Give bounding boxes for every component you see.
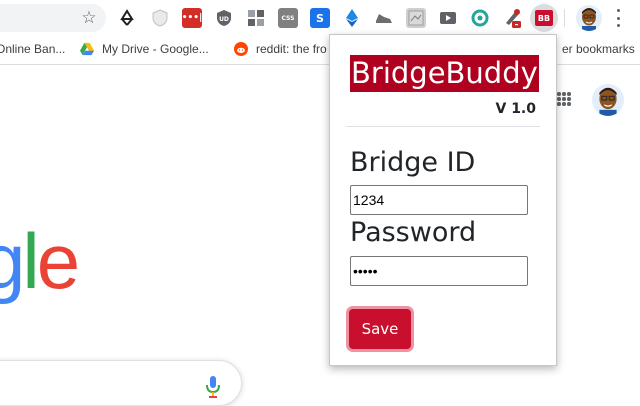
google-apps-icon[interactable] [557,92,571,106]
password-field[interactable] [350,256,528,286]
bookmark-online-banking[interactable]: Online Ban... [0,42,65,56]
s-extension-icon[interactable]: S [310,8,330,28]
profile-avatar-icon[interactable] [576,5,602,31]
toolbar-divider [564,9,565,27]
shield-extension-icon[interactable] [150,8,170,28]
bookmark-label: reddit: the fro [256,42,327,56]
circle-extension-icon[interactable] [470,8,490,28]
bookmark-my-drive[interactable]: My Drive - Google... [80,42,209,56]
star-icon[interactable]: ☆ [78,7,100,29]
bookmark-label: My Drive - Google... [102,42,209,56]
s-extension-text: S [316,11,324,25]
browser-toolbar: ☆ •••| UD CSS S BB [0,0,640,36]
recycle-extension-icon[interactable] [117,8,137,28]
divider [346,126,540,127]
css-extension-icon[interactable]: CSS [278,8,298,28]
reddit-icon [234,42,248,56]
google-logo: gle [0,222,80,300]
microphone-icon[interactable] [205,374,221,400]
bridge-id-field[interactable] [350,185,528,215]
google-logo-l: l [22,217,39,305]
bookmark-label: er bookmarks [562,42,635,56]
ethereum-extension-icon[interactable] [342,8,362,28]
bookmark-other[interactable]: er bookmarks [562,42,635,56]
password-label: Password [350,217,477,248]
bridgebuddy-extension-icon[interactable]: BB [535,10,553,26]
google-logo-g: g [0,217,25,305]
bookmark-label: Online Ban... [0,42,66,56]
google-drive-icon [80,42,94,56]
brand-title: BridgeBuddy [350,55,539,92]
bridge-id-label: Bridge ID [350,147,476,178]
google-logo-e: e [36,217,80,305]
youtube-extension-icon[interactable] [438,8,458,28]
bridgebuddy-icon-label: BB [537,13,551,23]
bookmark-reddit[interactable]: reddit: the fro [234,42,327,56]
google-account-avatar[interactable] [592,84,624,116]
screenshot-extension-icon[interactable] [406,8,426,28]
eyedropper-extension-icon[interactable] [502,8,522,28]
save-button[interactable]: Save [349,309,411,349]
browser-menu-icon[interactable] [613,7,623,29]
ublock-extension-icon[interactable]: UD [214,8,234,28]
lastpass-extension-icon[interactable]: •••| [182,8,202,28]
bridgebuddy-popup: BridgeBuddy V 1.0 Bridge ID Password Sav… [329,34,557,366]
version-label: V 1.0 [495,101,536,117]
css-extension-text: CSS [281,14,295,22]
ublock-extension-text: UD [219,16,229,23]
grid-extension-icon[interactable] [246,8,266,28]
shoe-extension-icon[interactable] [374,8,394,28]
